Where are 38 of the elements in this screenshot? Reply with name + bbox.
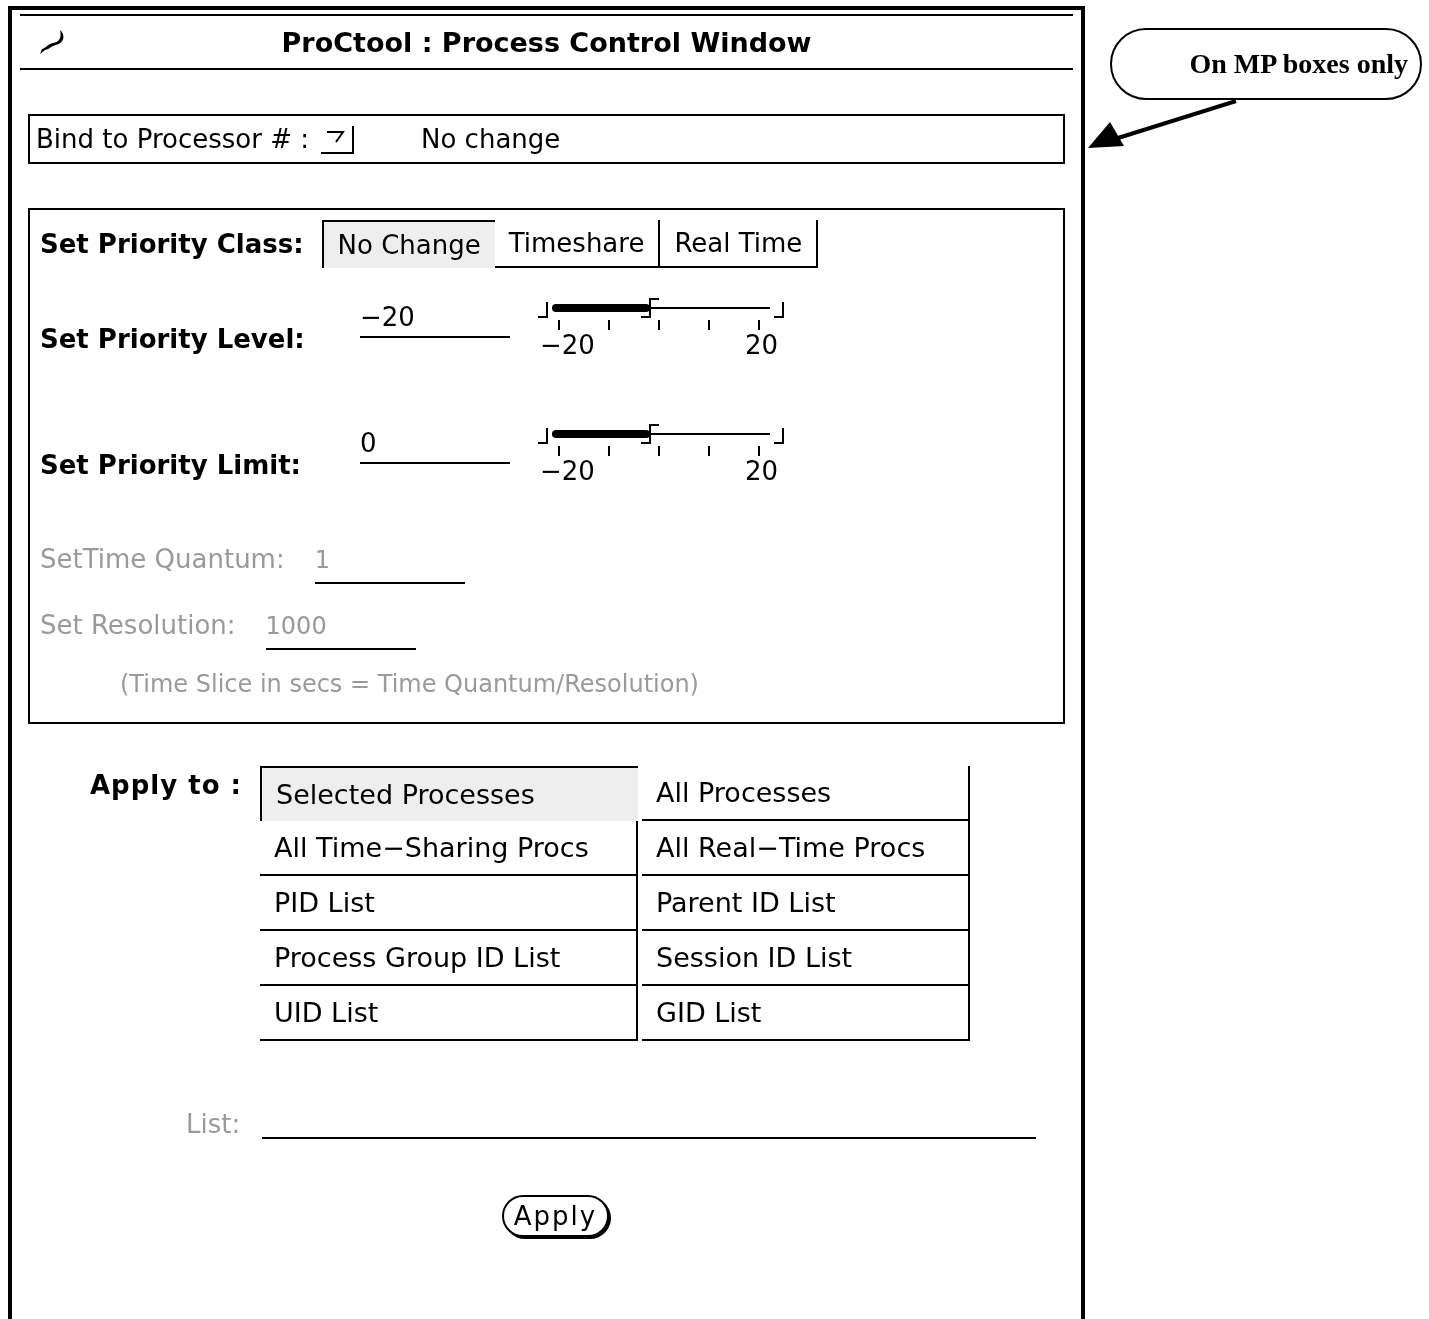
slider-label: Set Priority Level: [40,324,306,354]
slider-end-icon [774,302,784,318]
slider-end-icon [538,428,548,444]
priority-class-option[interactable]: No Change [321,220,495,268]
slider-end-icon [538,302,548,318]
slider-min-label: −20 [540,456,595,486]
apply-to-option[interactable]: GID List [642,986,970,1041]
priority-class-option[interactable]: Real Time [660,220,819,268]
apply-to-option[interactable]: All Time−Sharing Procs [260,821,638,876]
apply-to-option[interactable]: PID List [260,876,638,931]
priority-class-option[interactable]: Timeshare [494,220,661,268]
apply-to-label: Apply to : [90,770,242,802]
apply-to-option[interactable]: All Processes [642,766,970,821]
callout-bubble: On MP boxes only [1110,28,1422,100]
processor-label: Bind to Processor # : [36,124,309,154]
apply-to-option[interactable]: Parent ID List [642,876,970,931]
slider-end-icon [774,428,784,444]
apply-to-option[interactable]: Session ID List [642,931,970,986]
apply-to-option[interactable]: Selected Processes [260,766,638,821]
field-label: SetTime Quantum: [40,544,285,574]
window-title: ProCtool : Process Control Window [280,26,813,58]
slider-thumb[interactable] [641,298,660,318]
processor-value: No change [421,124,561,154]
priority-class-label: Set Priority Class: [40,229,304,259]
apply-to-option[interactable]: Process Group ID List [260,931,638,986]
field-label: Set Resolution: [40,610,236,640]
apply-button[interactable]: Apply [501,1195,610,1237]
number-field[interactable]: −20 [360,294,510,338]
slider-thumb[interactable] [641,424,660,444]
apply-to-option[interactable]: UID List [260,986,638,1041]
apply-to-option[interactable]: All Real−Time Procs [642,821,970,876]
slider-max-label: 20 [744,456,778,486]
number-field[interactable]: 0 [360,420,510,464]
slider-label: Set Priority Limit: [40,450,302,480]
slider-max-label: 20 [744,330,778,360]
slider-min-label: −20 [540,330,595,360]
formula-note: (Time Slice in secs = Time Quantum/Resolution) [120,670,700,698]
list-label: List: [186,1109,241,1139]
